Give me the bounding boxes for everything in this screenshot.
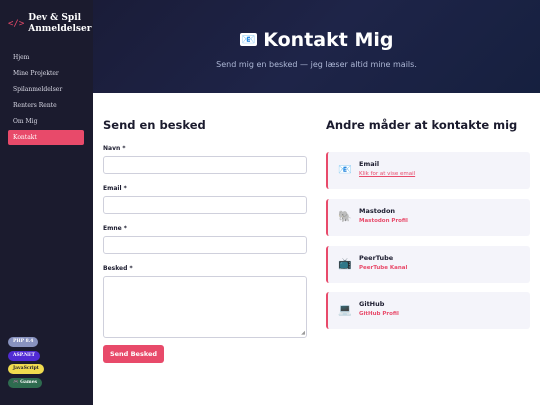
github-profile-link[interactable]: GitHub Profil [359, 311, 399, 317]
envelope-icon: 📧 [239, 33, 258, 46]
alternative-contacts: Andre måder at kontakte mig 📧 Email Klik… [326, 118, 530, 329]
sidebar: </> Dev & Spil Anmeldelser Hjem Mine Pro… [0, 0, 93, 405]
nav-item-hjem[interactable]: Hjem [8, 50, 84, 65]
card-title: Mastodon [359, 207, 396, 215]
name-field[interactable] [103, 156, 307, 174]
message-field[interactable]: ◢ [103, 276, 307, 338]
code-icon: </> [8, 19, 25, 29]
mastodon-icon: 🐘 [338, 210, 352, 223]
name-label: Navn * [103, 145, 126, 152]
card-title: Email [359, 160, 380, 168]
alternatives-title: Andre måder at kontakte mig [326, 118, 518, 132]
form-title: Send en besked [103, 118, 206, 132]
badge-php: PHP 8.4 [8, 337, 39, 347]
tech-badges: PHP 8.4 ASP.NET JavaScript 🎮 Games [8, 337, 44, 391]
badge-javascript: JavaScript [8, 364, 44, 374]
brand[interactable]: </> Dev & Spil Anmeldelser [8, 13, 93, 35]
contact-card-mastodon: 🐘 Mastodon Mastodon Profil [326, 199, 530, 236]
show-email-link[interactable]: Klik for at vise email [359, 171, 415, 177]
nav-item-kontakt[interactable]: Kontakt [8, 130, 84, 145]
card-title: GitHub [359, 300, 385, 308]
contact-form: Send en besked Navn * Email * Emne * Bes… [103, 118, 307, 363]
nav-item-mine-projekter[interactable]: Mine Projekter [8, 66, 84, 81]
nav-item-renters-rente[interactable]: Renters Rente [8, 98, 84, 113]
page-title-text: Kontakt Mig [263, 29, 394, 51]
page-subtitle: Send mig en besked — jeg læser altid min… [216, 60, 417, 69]
email-label: Email * [103, 185, 127, 192]
hero-banner: 📧 Kontakt Mig Send mig en besked — jeg læ… [93, 0, 540, 93]
mastodon-profile-link[interactable]: Mastodon Profil [359, 218, 408, 224]
resize-grip-icon[interactable]: ◢ [301, 331, 305, 336]
email-field[interactable] [103, 196, 307, 214]
contact-card-github: 💻 GitHub GitHub Profil [326, 292, 530, 329]
nav-item-om-mig[interactable]: Om Mig [8, 114, 84, 129]
send-button[interactable]: Send Besked [103, 345, 164, 363]
peertube-channel-link[interactable]: PeerTube Kanal [359, 265, 407, 271]
laptop-icon: 💻 [338, 303, 352, 316]
email-icon: 📧 [338, 163, 352, 176]
sidebar-nav: Hjem Mine Projekter Spilanmeldelser Rent… [8, 50, 84, 146]
tv-icon: 📺 [338, 257, 352, 270]
page-title: 📧 Kontakt Mig [93, 29, 540, 51]
contact-card-peertube: 📺 PeerTube PeerTube Kanal [326, 246, 530, 283]
contact-card-email: 📧 Email Klik for at vise email [326, 152, 530, 189]
badge-aspnet: ASP.NET [8, 350, 40, 361]
message-label: Besked * [103, 265, 133, 272]
brand-title: Dev & Spil Anmeldelser [28, 13, 92, 34]
subject-label: Emne * [103, 225, 127, 232]
subject-field[interactable] [103, 236, 307, 254]
card-title: PeerTube [359, 254, 394, 262]
badge-games: 🎮 Games [8, 377, 43, 388]
nav-item-spilanmeldelser[interactable]: Spilanmeldelser [8, 82, 84, 97]
